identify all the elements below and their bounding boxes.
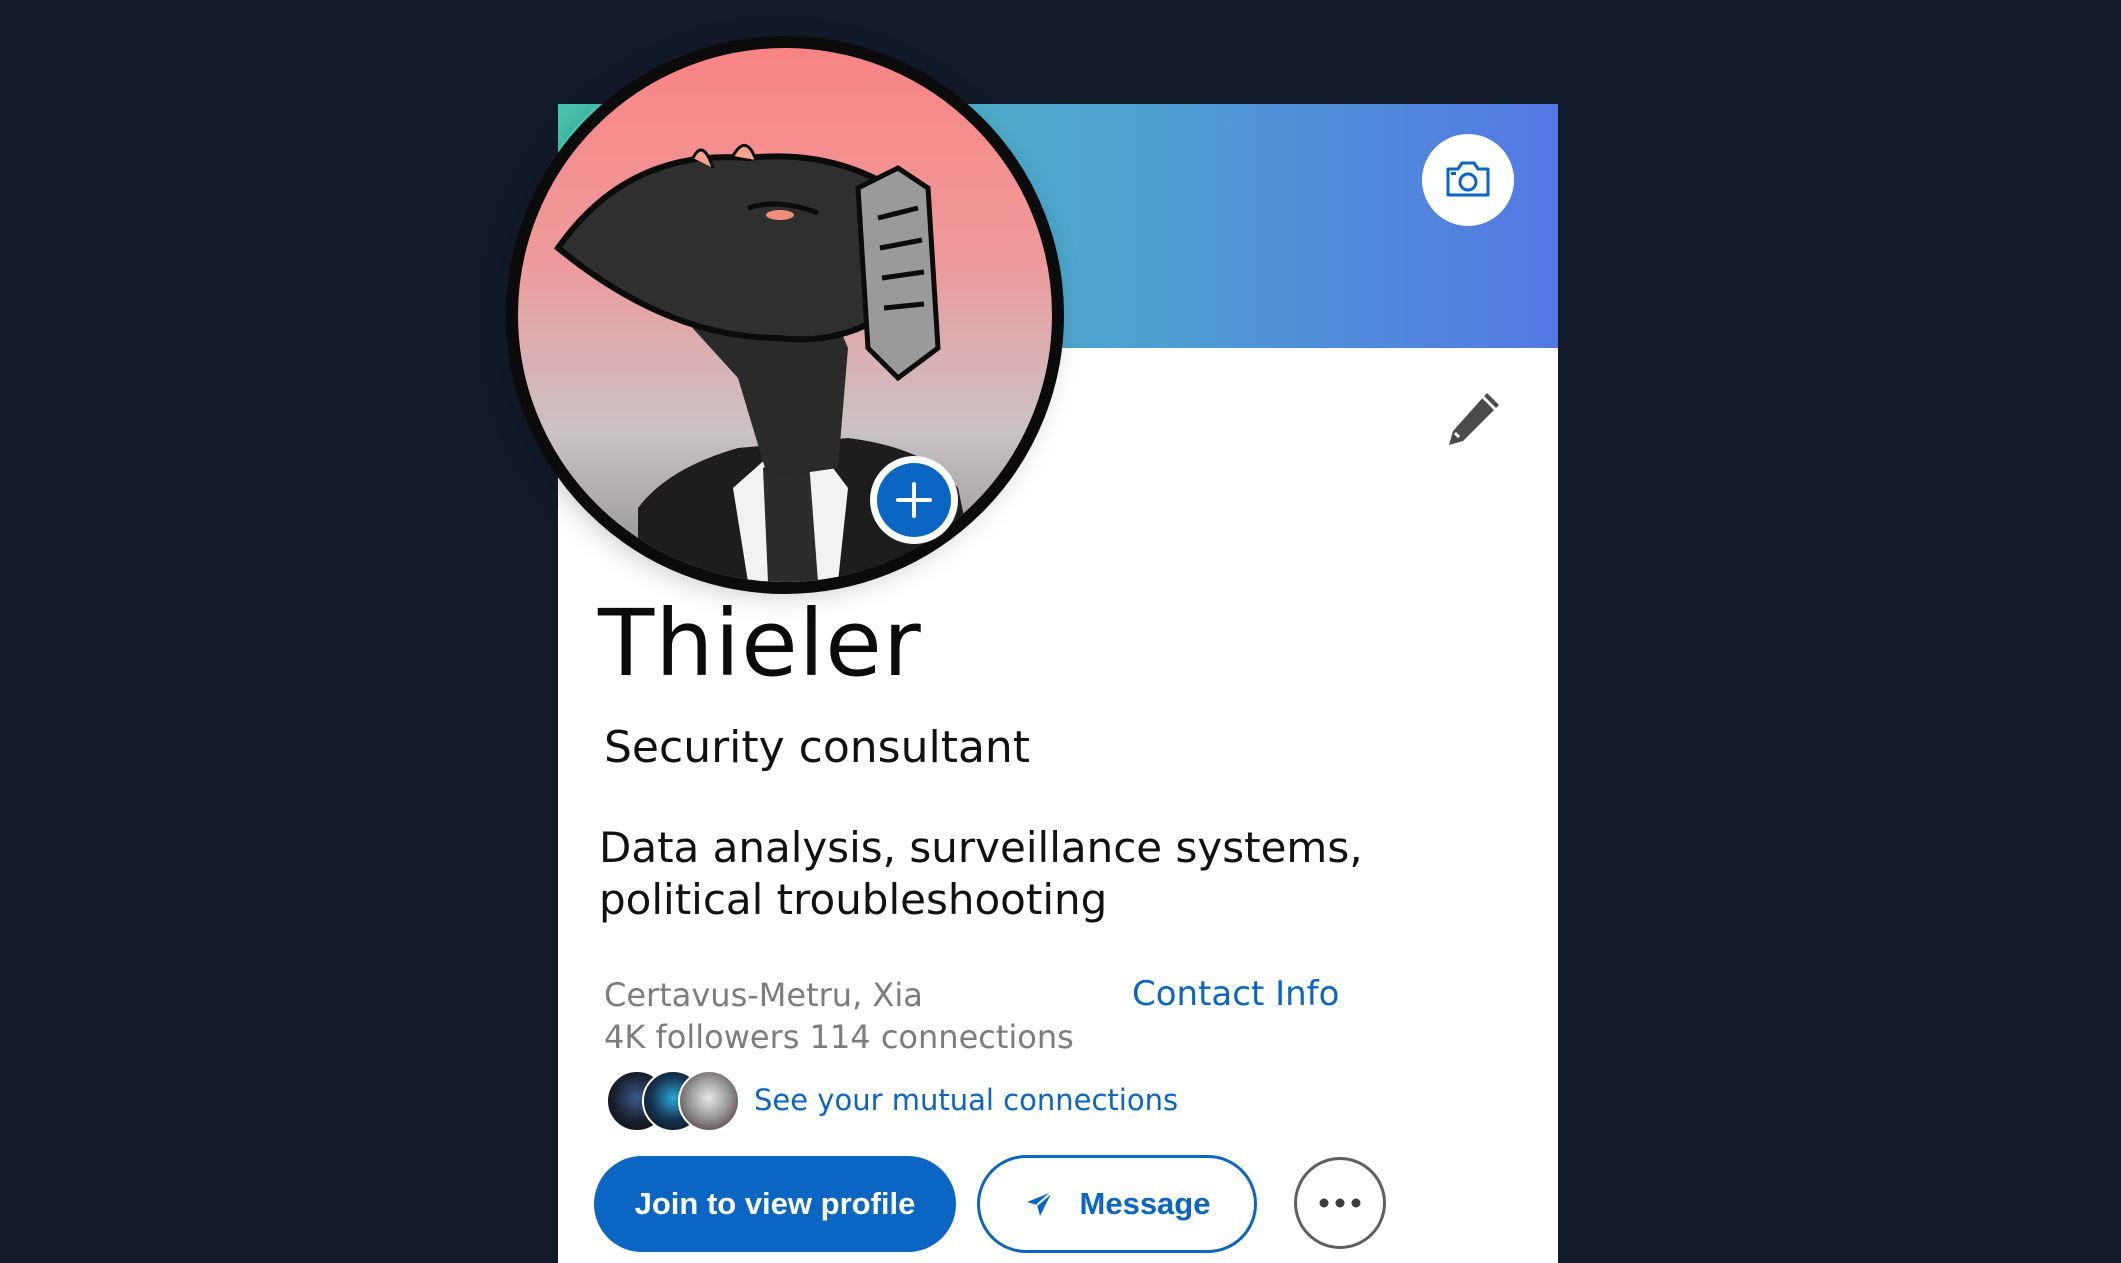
avatar-illustration <box>553 144 978 582</box>
more-actions-button[interactable] <box>1294 1157 1386 1249</box>
join-to-view-profile-button[interactable]: Join to view profile <box>594 1156 956 1252</box>
message-button[interactable]: Message <box>977 1155 1257 1253</box>
plus-icon <box>896 482 932 518</box>
mutual-avatar <box>678 1070 740 1132</box>
camera-icon <box>1446 161 1490 197</box>
message-button-label: Message <box>1079 1186 1211 1221</box>
follower-stats: 4K followers 114 connections <box>604 1018 1074 1056</box>
profile-name: Thieler <box>598 590 922 697</box>
add-photo-button[interactable] <box>870 456 958 544</box>
edit-banner-button[interactable] <box>1422 134 1514 226</box>
mutual-connections-link[interactable]: See your mutual connections <box>754 1083 1178 1117</box>
add-photo-badge <box>877 463 951 537</box>
profile-avatar <box>506 36 1064 594</box>
profile-location: Certavus-Metru, Xia <box>604 976 923 1014</box>
profile-headline: Security consultant <box>604 722 1031 773</box>
more-dots-icon <box>1319 1198 1361 1208</box>
contact-info-link[interactable]: Contact Info <box>1132 974 1339 1014</box>
profile-summary: Data analysis, surveillance systems, pol… <box>599 823 1363 924</box>
mutual-connections-row[interactable]: See your mutual connections <box>606 1068 1178 1132</box>
pencil-icon <box>1449 393 1499 445</box>
edit-profile-button[interactable] <box>1438 384 1508 454</box>
mutual-avatars <box>606 1068 740 1132</box>
send-icon <box>1024 1189 1054 1219</box>
